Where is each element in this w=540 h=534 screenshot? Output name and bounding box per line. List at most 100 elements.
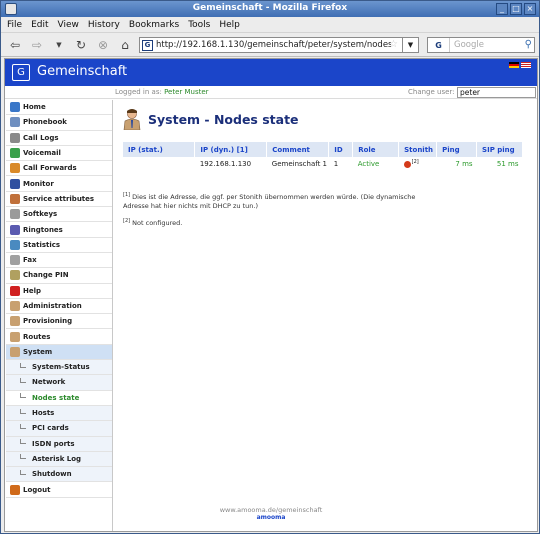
system-user-icon	[123, 109, 141, 130]
cell-ping: 7 ms	[455, 160, 473, 168]
sidebar-item-statistics[interactable]: Statistics	[6, 238, 112, 253]
sidebar-item-administration[interactable]: Administration	[6, 299, 112, 315]
sidebar-item-help[interactable]: Help	[6, 284, 112, 299]
minimize-icon[interactable]: _	[496, 3, 508, 15]
german-flag-icon[interactable]	[509, 62, 519, 68]
menu-view[interactable]: View	[58, 20, 79, 30]
col-comment[interactable]: Comment	[266, 142, 330, 157]
address-input[interactable]: http://192.168.1.130/gemeinschaft/peter/…	[156, 40, 391, 50]
sidebar-item-label: Home	[23, 103, 46, 112]
sidebar-item-call-logs[interactable]: Call Logs	[6, 131, 112, 146]
sidebar-item-monitor[interactable]: Monitor	[6, 176, 112, 192]
sidebar-subitem-asterisk-log[interactable]: Asterisk Log	[6, 451, 112, 468]
sidebar-item-routes[interactable]: Routes	[6, 329, 112, 345]
menu-help[interactable]: Help	[219, 20, 240, 30]
tree-branch-icon	[20, 439, 26, 445]
sidebar-subitem-pci-cards[interactable]: PCI cards	[6, 421, 112, 437]
col-ip-dyn[interactable]: IP (dyn.) [1]	[194, 142, 268, 157]
user-bar: Logged in as: Peter Muster Change user:	[5, 86, 537, 99]
call-logs-icon	[10, 132, 20, 143]
col-id[interactable]: ID	[328, 142, 354, 157]
sidebar-item-voicemail[interactable]: Voicemail	[6, 146, 112, 162]
reload-icon[interactable]: ↻	[73, 37, 89, 53]
menu-history[interactable]: History	[88, 20, 120, 30]
tree-branch-icon	[20, 408, 26, 414]
cell-ip-stat	[123, 157, 195, 171]
sidebar-item-label: Fax	[23, 256, 37, 265]
back-icon[interactable]: ⇦	[7, 37, 23, 53]
sidebar-item-change-pin[interactable]: Change PIN	[6, 268, 112, 284]
menu-edit[interactable]: Edit	[31, 20, 48, 30]
sidebar-subitem-label: Nodes state	[32, 393, 80, 402]
sidebar-item-service-attributes[interactable]: Service attributes	[6, 192, 112, 208]
address-dropdown-icon[interactable]: ▼	[402, 38, 418, 52]
sidebar-item-softkeys[interactable]: Softkeys	[6, 207, 112, 223]
sidebar-item-label: Call Forwards	[23, 164, 77, 173]
sidebar: Home Phonebook Call Logs Voicemail Call Forw…	[6, 100, 113, 531]
history-dropdown-icon[interactable]: ▼	[51, 37, 67, 53]
close-icon[interactable]: ×	[524, 3, 536, 15]
menu-file[interactable]: File	[7, 20, 22, 30]
english-flag-icon[interactable]	[521, 62, 531, 68]
sidebar-item-phonebook[interactable]: Phonebook	[6, 115, 112, 131]
sidebar-subitem-isdn-ports[interactable]: ISDN ports	[6, 436, 112, 452]
search-box[interactable]: G Google ⚲	[427, 37, 535, 53]
sidebar-item-label: Logout	[23, 485, 51, 494]
phonebook-icon	[10, 117, 20, 128]
stop-icon[interactable]: ⊗	[95, 37, 111, 53]
logged-in-user: Peter Muster	[164, 88, 209, 96]
menu-tools[interactable]: Tools	[188, 20, 210, 30]
nodes-table: IP (stat.) IP (dyn.) [1] Comment ID Role…	[123, 142, 523, 171]
sidebar-subitem-system-status[interactable]: System-Status	[6, 360, 112, 376]
search-icon[interactable]: ⚲	[525, 39, 532, 50]
col-stonith[interactable]: Stonith	[398, 142, 438, 157]
sidebar-item-logout[interactable]: Logout	[6, 482, 112, 498]
sidebar-item-home[interactable]: Home	[6, 100, 112, 116]
sidebar-subitem-network[interactable]: Network	[6, 375, 112, 391]
sidebar-item-provisioning[interactable]: Provisioning	[6, 314, 112, 330]
logged-in-label: Logged in as:	[115, 88, 162, 96]
footnote-2-mark: [2]	[123, 218, 131, 225]
col-ip-stat[interactable]: IP (stat.)	[123, 142, 196, 157]
sidebar-subitem-label: PCI cards	[32, 424, 69, 433]
sidebar-item-label: Change PIN	[23, 271, 69, 280]
menu-bar: File Edit View History Bookmarks Tools H…	[1, 17, 539, 33]
window-title: Gemeinschaft - Mozilla Firefox	[192, 3, 348, 13]
sidebar-item-call-forwards[interactable]: Call Forwards	[6, 161, 112, 177]
change-user-input[interactable]	[457, 87, 536, 98]
menu-bookmarks[interactable]: Bookmarks	[129, 20, 179, 30]
sidebar-subitem-hosts[interactable]: Hosts	[6, 405, 112, 422]
browser-window: Gemeinschaft - Mozilla Firefox _ □ × Fil…	[0, 0, 540, 534]
softkeys-icon	[10, 209, 20, 220]
logout-icon	[10, 484, 20, 495]
bookmark-star-icon[interactable]: ☆	[389, 39, 398, 50]
maximize-icon[interactable]: □	[510, 3, 522, 15]
stonith-note-ref[interactable]: [2]	[412, 159, 419, 165]
cell-stonith: [2]	[399, 157, 437, 171]
main-content: System - Nodes state IP (stat.) IP (dyn.…	[123, 100, 529, 531]
sidebar-subitem-shutdown[interactable]: Shutdown	[6, 467, 112, 483]
search-engine-icon[interactable]: G	[428, 38, 450, 52]
col-sip-ping[interactable]: SIP ping	[476, 142, 523, 157]
sidebar-subitem-nodes-state[interactable]: Nodes state	[6, 390, 112, 406]
footnotes: [1] Dies ist die Adresse, die ggf. per S…	[123, 191, 423, 228]
col-role[interactable]: Role	[352, 142, 400, 157]
sidebar-item-system[interactable]: System	[6, 344, 112, 361]
monitor-icon	[10, 178, 20, 189]
address-bar[interactable]: G http://192.168.1.130/gemeinschaft/pete…	[139, 37, 419, 53]
brand-name: Gemeinschaft	[37, 64, 128, 79]
sidebar-item-label: Statistics	[23, 240, 61, 249]
home-page-icon[interactable]: ⌂	[117, 37, 133, 53]
footer-link[interactable]: www.amooma.de/gemeinschaft	[5, 506, 537, 514]
sidebar-item-label: Phonebook	[23, 118, 67, 127]
amooma-logo[interactable]: amooma	[5, 514, 537, 521]
table-header-row: IP (stat.) IP (dyn.) [1] Comment ID Role…	[123, 142, 523, 157]
help-icon	[10, 285, 20, 296]
administration-icon	[10, 301, 20, 311]
search-input[interactable]: Google	[454, 40, 484, 50]
sidebar-item-fax[interactable]: Fax	[6, 253, 112, 269]
tree-branch-icon	[20, 393, 26, 399]
sidebar-item-ringtones[interactable]: Ringtones	[6, 222, 112, 238]
forward-icon[interactable]: ⇨	[29, 37, 45, 53]
col-ping[interactable]: Ping	[436, 142, 478, 157]
